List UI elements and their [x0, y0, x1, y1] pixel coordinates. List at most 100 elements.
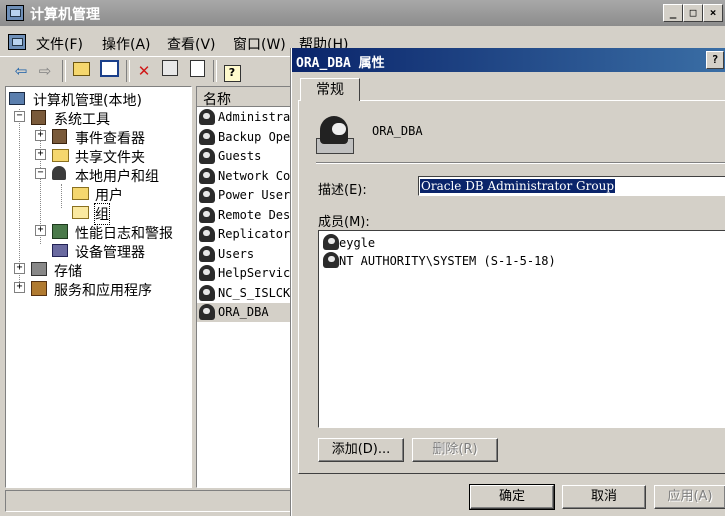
list-row-label: Network Con	[218, 168, 298, 183]
list-row-label: NC_S_ISLCK	[218, 285, 291, 300]
tree-item-shared-folders[interactable]: 共享文件夹	[75, 147, 145, 167]
system-tools-icon	[31, 110, 46, 125]
tree-item-system-tools[interactable]: 系统工具	[54, 109, 110, 129]
list-row[interactable]: Backup Oper	[197, 128, 297, 147]
group-icon	[199, 304, 215, 320]
show-hide-tree-icon[interactable]	[98, 60, 120, 82]
folder-icon	[72, 187, 89, 200]
list-row[interactable]: Network Con	[197, 167, 297, 186]
list-row[interactable]: Remote Desk	[197, 206, 297, 225]
help-icon[interactable]: ?	[221, 60, 243, 82]
export-list-icon[interactable]	[186, 60, 208, 82]
tree-connector	[19, 109, 20, 284]
description-input[interactable]: Oracle DB Administrator Group	[418, 176, 725, 196]
list-row-label: Users	[218, 246, 255, 261]
up-folder-icon[interactable]	[70, 60, 92, 82]
group-list[interactable]: 名称 Administrat Backup Oper Guests Network C…	[196, 86, 298, 488]
tree-item-device-manager[interactable]: 设备管理器	[75, 242, 145, 262]
description-value: Oracle DB Administrator Group	[420, 179, 616, 193]
expand-toggle[interactable]: +	[14, 263, 25, 274]
group-icon	[199, 206, 215, 223]
list-row-label: Power Users	[218, 188, 298, 202]
cancel-button[interactable]: 取消	[562, 485, 646, 509]
properties-icon[interactable]	[159, 60, 181, 82]
list-row-label: Administrat	[218, 110, 298, 124]
collapse-toggle[interactable]: −	[35, 168, 46, 179]
toolbar-separator	[213, 60, 217, 82]
group-icon	[199, 148, 215, 164]
tree-item-local-users-groups[interactable]: 本地用户和组	[75, 166, 159, 186]
list-row[interactable]: Replicator	[197, 225, 297, 244]
tree-item-storage[interactable]: 存储	[54, 261, 82, 281]
tree-connector	[61, 184, 62, 208]
list-row-label: Remote Desk	[218, 207, 298, 222]
tab-general[interactable]: 常规	[300, 78, 360, 101]
local-users-groups-icon	[52, 166, 66, 180]
menu-action[interactable]: 操作(A)	[102, 34, 151, 54]
computer-icon	[9, 92, 25, 105]
toolbar-separator	[62, 60, 66, 82]
back-arrow-icon[interactable]: ⇦	[10, 60, 32, 82]
group-icon	[316, 116, 354, 154]
storage-icon	[31, 262, 47, 276]
status-bar	[5, 490, 297, 512]
group-name: ORA_DBA	[372, 124, 423, 138]
open-folder-icon	[72, 206, 89, 219]
description-label: 描述(E):	[318, 183, 367, 198]
menu-window[interactable]: 窗口(W)	[233, 34, 286, 54]
ok-button[interactable]: 确定	[469, 484, 555, 510]
expand-toggle[interactable]: +	[35, 149, 46, 160]
user-icon	[323, 234, 339, 250]
menu-view[interactable]: 查看(V)	[167, 34, 216, 54]
list-row[interactable]: Power Users	[197, 186, 297, 205]
member-label: eygle	[339, 236, 376, 250]
list-row[interactable]: HelpService	[197, 264, 297, 283]
maximize-button[interactable]: □	[683, 4, 703, 22]
collapse-toggle[interactable]: −	[14, 111, 25, 122]
members-list[interactable]: eygle NT AUTHORITY\SYSTEM (S-1-5-18)	[318, 230, 725, 428]
dialog-title: ORA_DBA 属性	[296, 56, 385, 71]
user-icon	[323, 252, 339, 268]
expand-toggle[interactable]: +	[35, 225, 46, 236]
tree-item-perf-logs[interactable]: 性能日志和警报	[75, 223, 173, 243]
toolbar-separator	[126, 60, 130, 82]
device-manager-icon	[52, 244, 68, 257]
event-viewer-icon	[52, 129, 67, 144]
expand-toggle[interactable]: +	[35, 130, 46, 141]
list-row[interactable]: Users	[197, 245, 297, 264]
tree-item-root[interactable]: 计算机管理(本地)	[33, 90, 142, 110]
dialog-title-bar[interactable]: ORA_DBA 属性 ?	[292, 48, 725, 72]
list-row-label: ORA_DBA	[218, 305, 269, 319]
shared-folders-icon	[52, 149, 69, 162]
computer-management-icon	[6, 5, 24, 21]
column-header-label: 名称	[203, 92, 231, 108]
forward-arrow-icon[interactable]: ⇨	[34, 60, 56, 82]
tree-item-users[interactable]: 用户	[95, 185, 123, 205]
apply-button[interactable]: 应用(A)	[654, 485, 725, 509]
list-row[interactable]: NC_S_ISLCK	[197, 284, 297, 303]
remove-button[interactable]: 删除(R)	[412, 438, 498, 462]
menu-file[interactable]: 文件(F)	[36, 34, 83, 54]
tree-item-services-apps[interactable]: 服务和应用程序	[54, 280, 152, 300]
window-menu-icon[interactable]	[8, 34, 26, 50]
properties-dialog: ORA_DBA 属性 ? 常规 ORA_DBA 描述(E): Oracle DB…	[291, 48, 725, 516]
console-tree[interactable]: 计算机管理(本地) − 系统工具 + 事件查看器 + 共享文件夹 − 本地用户和…	[5, 86, 192, 488]
list-row[interactable]: ORA_DBA	[197, 303, 297, 322]
column-header-name[interactable]: 名称	[197, 87, 297, 108]
list-row[interactable]: Guests	[197, 147, 297, 166]
member-label: NT AUTHORITY\SYSTEM (S-1-5-18)	[339, 254, 556, 268]
tree-item-event-viewer[interactable]: 事件查看器	[75, 128, 145, 148]
close-button[interactable]: ×	[703, 4, 723, 22]
list-row-label: Replicator	[218, 227, 291, 241]
expand-toggle[interactable]: +	[14, 282, 25, 293]
services-apps-icon	[31, 281, 47, 296]
add-button[interactable]: 添加(D)...	[318, 438, 404, 462]
dialog-help-button[interactable]: ?	[706, 51, 724, 69]
group-icon	[199, 265, 215, 281]
group-icon	[199, 284, 215, 301]
main-title-bar[interactable]: 计算机管理 _ □ ×	[0, 0, 725, 26]
minimize-button[interactable]: _	[663, 4, 683, 22]
list-row[interactable]: Administrat	[197, 108, 297, 127]
delete-icon[interactable]: ✕	[133, 60, 155, 82]
tree-item-groups[interactable]: 组	[94, 203, 110, 225]
